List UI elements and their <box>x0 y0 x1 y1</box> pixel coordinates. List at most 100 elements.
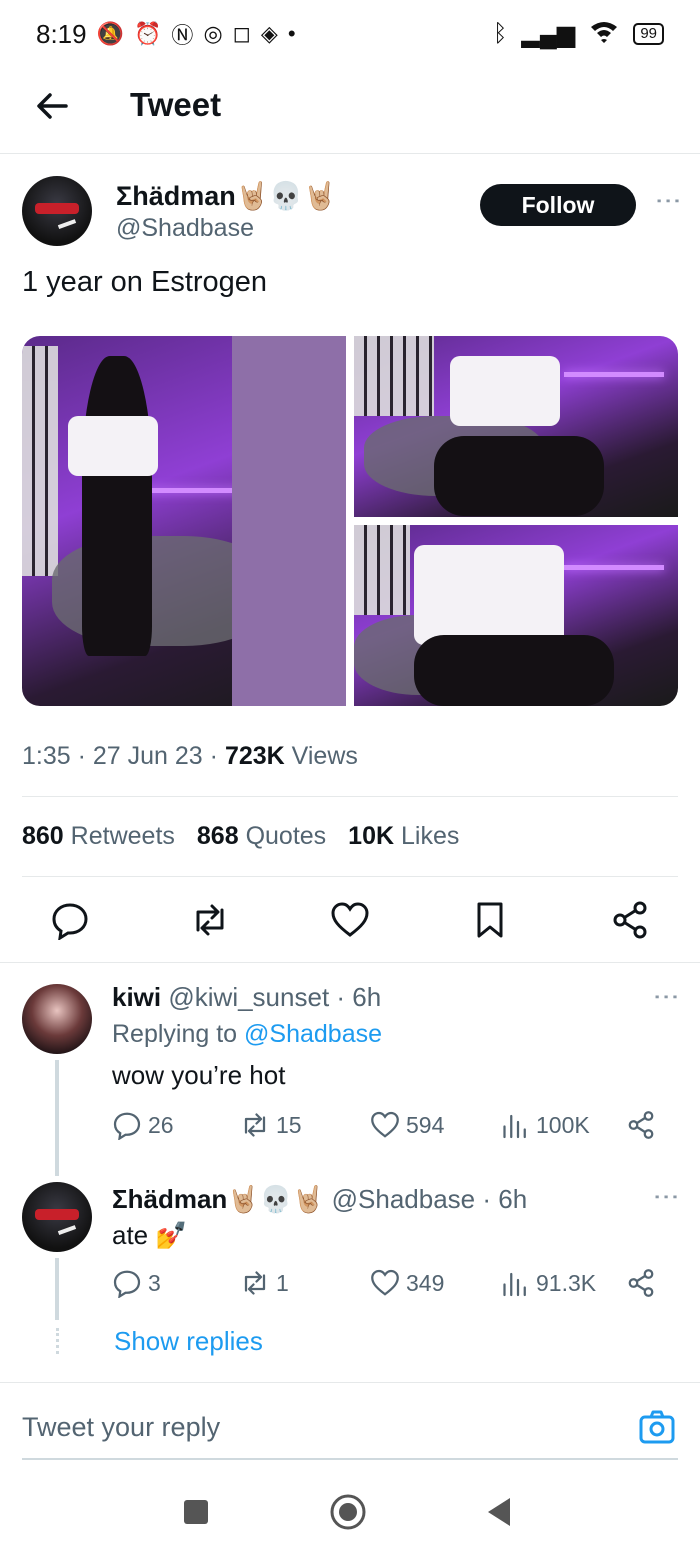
tweet-author: Σhädman🤘🏼💀🤘🏼 @Shadbase Follow ⋮ <box>22 170 684 250</box>
views-action[interactable]: 100K <box>500 1110 590 1140</box>
status-right: ᛒ ▂▄▆ 99 <box>493 19 664 50</box>
status-time: 8:19 <box>36 18 87 49</box>
reply-author-handle[interactable]: @kiwi_sunset <box>168 982 329 1012</box>
tweet-actions <box>0 896 700 946</box>
home-button-icon[interactable] <box>328 1492 368 1532</box>
battery-icon: 99 <box>633 23 664 45</box>
dot-icon: • <box>287 21 296 46</box>
retweet-action[interactable]: 15 <box>240 1110 302 1140</box>
tweet-time[interactable]: 1:35 <box>22 742 71 770</box>
reply-input[interactable] <box>22 1412 582 1443</box>
retweet-icon <box>244 1113 266 1137</box>
reply-text: wow you’re hot <box>112 1060 286 1090</box>
avatar[interactable] <box>22 176 92 246</box>
tweet-text: 1 year on Estrogen <box>22 266 268 298</box>
retweet-count: 1 <box>276 1269 289 1296</box>
status-left: 8:19 🔕 ⏰ Ⓝ ◎ ◻ ◈ • <box>36 18 296 50</box>
reply-actions: 26 15 594 100K <box>112 1110 672 1146</box>
tweet-stats: 860 Retweets 868 Quotes 10K Likes <box>22 822 459 851</box>
reply-age: 6h <box>498 1184 528 1214</box>
app-header: Tweet <box>0 68 700 154</box>
avatar[interactable] <box>22 1182 92 1252</box>
reply-header: Σhädman🤘🏼💀🤘🏼 @Shadbase · 6h <box>112 1184 528 1214</box>
reply-composer <box>22 1384 678 1460</box>
thread-line <box>55 1258 59 1320</box>
share-icon <box>628 1111 654 1139</box>
divider <box>0 1382 700 1383</box>
more-options-icon[interactable]: ⋮ <box>652 1184 682 1207</box>
share-icon <box>628 1269 654 1297</box>
follow-button[interactable]: Follow <box>480 184 636 226</box>
bookmark-icon[interactable] <box>470 900 510 940</box>
views-count: 100K <box>536 1111 590 1138</box>
media-image-3[interactable] <box>354 525 678 706</box>
notification-icons: 🔕 ⏰ Ⓝ ◎ ◻ ◈ • <box>97 18 296 50</box>
bluetooth-icon: ᛒ <box>492 20 508 47</box>
show-replies-link[interactable]: Show replies <box>114 1326 263 1357</box>
reply-action[interactable]: 26 <box>112 1110 174 1140</box>
tweet-meta: 1:35 · 27 Jun 23 · 723K Views <box>22 742 358 770</box>
reply-icon <box>113 1270 141 1298</box>
recents-button-icon[interactable] <box>176 1492 216 1532</box>
replying-to: Replying to @Shadbase <box>112 1020 382 1049</box>
retweet-action[interactable]: 1 <box>240 1268 289 1298</box>
more-options-icon[interactable]: ⋮ <box>652 984 682 1007</box>
replying-to-handle[interactable]: @Shadbase <box>244 1020 382 1048</box>
retweet-icon[interactable] <box>190 900 230 940</box>
reply-author-name[interactable]: kiwi <box>112 982 161 1012</box>
views-action[interactable]: 91.3K <box>500 1268 596 1298</box>
back-arrow-icon[interactable] <box>32 86 72 126</box>
like-count: 349 <box>406 1269 445 1296</box>
thread-dots <box>56 1328 59 1354</box>
share-icon[interactable] <box>610 900 650 940</box>
like-action[interactable]: 594 <box>370 1110 444 1140</box>
quotes-count: 868 <box>196 822 239 850</box>
author-name[interactable]: Σhädman🤘🏼💀🤘🏼 <box>116 180 337 212</box>
page-title: Tweet <box>130 86 222 123</box>
divider <box>22 796 678 797</box>
reply-author-handle[interactable]: @Shadbase <box>332 1184 476 1214</box>
reply-header: kiwi @kiwi_sunset · 6h <box>112 982 382 1012</box>
retweet-count: 15 <box>276 1111 302 1138</box>
avatar[interactable] <box>22 984 92 1054</box>
divider <box>0 962 700 963</box>
whatsapp-icon: ◎ <box>203 21 223 46</box>
mute-alarm-icon: 🔕 <box>96 21 125 46</box>
quotes-stat[interactable]: 868 Quotes <box>197 822 326 851</box>
author-handle[interactable]: @Shadbase <box>116 214 254 243</box>
likes-label: Likes <box>401 822 460 850</box>
views-icon <box>503 1272 526 1297</box>
views-count: 723K <box>224 742 285 770</box>
camera-icon[interactable] <box>638 1408 676 1446</box>
tweet-date[interactable]: 27 Jun 23 <box>93 742 203 770</box>
reply-text: ate 💅 <box>112 1220 188 1250</box>
likes-stat[interactable]: 10K Likes <box>348 822 459 851</box>
app-icon: ◈ <box>260 21 278 46</box>
views-label: Views <box>291 742 358 770</box>
share-action[interactable] <box>626 1268 656 1298</box>
wifi-icon <box>589 19 619 50</box>
divider <box>22 876 678 877</box>
reply-author-name[interactable]: Σhädman🤘🏼💀🤘🏼 <box>112 1184 324 1214</box>
retweets-stat[interactable]: 860 Retweets <box>22 822 175 851</box>
reply-action[interactable]: 3 <box>112 1268 161 1298</box>
share-action[interactable] <box>626 1110 656 1140</box>
retweets-label: Retweets <box>70 822 175 850</box>
reply-item[interactable]: kiwi @kiwi_sunset · 6h ⋮ Replying to @Sh… <box>0 970 700 1176</box>
media-image-1[interactable] <box>22 336 346 706</box>
like-icon <box>371 1111 399 1138</box>
like-count: 594 <box>406 1111 445 1138</box>
reply-item[interactable]: Σhädman🤘🏼💀🤘🏼 @Shadbase · 6h ⋮ ate 💅 3 1 … <box>0 1172 700 1322</box>
retweets-count: 860 <box>22 822 64 850</box>
system-nav-bar <box>0 1470 700 1556</box>
more-options-icon[interactable]: ⋮ <box>654 188 684 211</box>
like-action[interactable]: 349 <box>370 1268 444 1298</box>
back-button-icon[interactable] <box>480 1492 520 1532</box>
reply-icon[interactable] <box>50 900 90 940</box>
like-icon[interactable] <box>330 900 370 940</box>
media-image-2[interactable] <box>354 336 678 517</box>
reply-count: 26 <box>148 1111 174 1138</box>
media-grid <box>22 336 678 706</box>
nfc-icon: Ⓝ <box>171 23 194 48</box>
replying-to-label: Replying to <box>112 1020 238 1048</box>
